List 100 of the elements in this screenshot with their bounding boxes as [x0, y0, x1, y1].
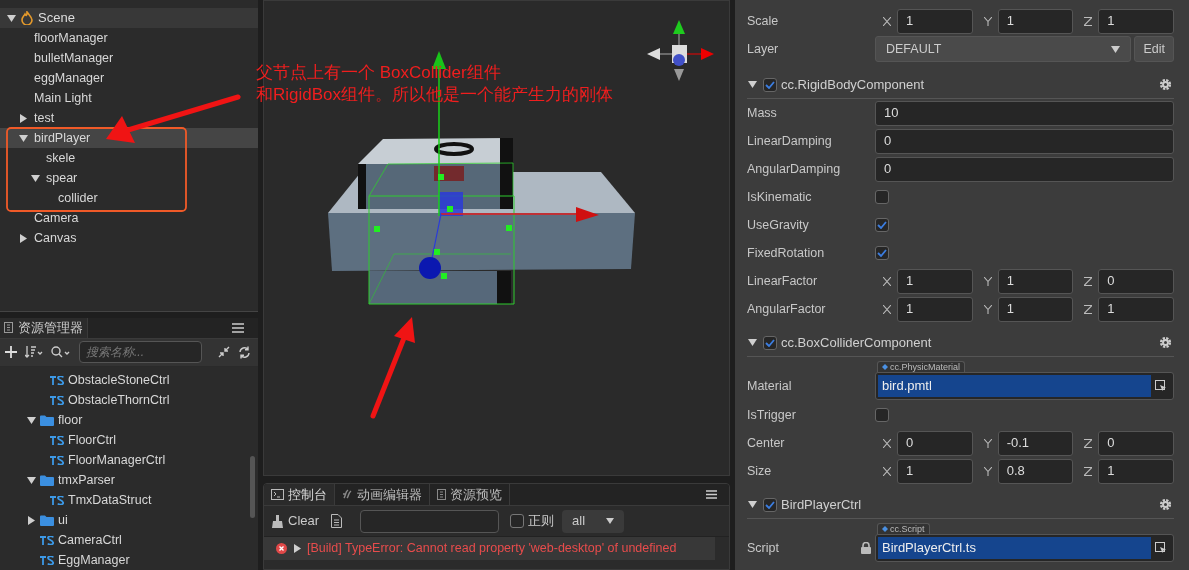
orientation-gizmo-icon[interactable]	[647, 20, 714, 81]
pick-asset-icon[interactable]	[1155, 380, 1167, 392]
collapse-arrow-icon[interactable]	[30, 174, 40, 182]
number-field[interactable]: 1	[1098, 458, 1174, 484]
axis-x-icon	[883, 438, 891, 448]
enable-checkbox[interactable]	[763, 497, 777, 512]
collapse-arrow-icon[interactable]	[747, 81, 757, 88]
asset-item[interactable]: EggManager	[58, 550, 130, 570]
add-icon[interactable]	[5, 346, 17, 359]
expand-arrow-icon[interactable]	[19, 233, 27, 243]
component-title[interactable]: cc.RigidBodyComponent	[781, 74, 925, 95]
collapse-arrow-icon[interactable]	[6, 14, 16, 22]
number-field[interactable]: 1	[1098, 8, 1174, 34]
axis-x-icon	[883, 16, 891, 26]
axis-y-icon	[983, 466, 992, 476]
settings-icon[interactable]	[1159, 498, 1172, 511]
axis-y-icon	[983, 276, 992, 286]
tree-item[interactable]: eggManager	[34, 68, 105, 88]
sort-icon[interactable]	[25, 346, 43, 359]
collapse-arrow-icon[interactable]	[747, 339, 757, 346]
collapse-arrow-icon[interactable]	[747, 501, 757, 508]
number-field[interactable]: 0	[1098, 268, 1174, 294]
number-field[interactable]: 1	[1098, 296, 1174, 322]
settings-icon[interactable]	[1159, 336, 1172, 349]
tree-item[interactable]: bulletManager	[34, 48, 114, 68]
number-field[interactable]: 0	[875, 156, 1174, 182]
tree-item[interactable]: collider	[58, 188, 98, 208]
property-label: FixedRotation	[747, 244, 825, 262]
expand-arrow-icon[interactable]	[27, 515, 35, 525]
enable-checkbox[interactable]	[763, 77, 777, 92]
regex-checkbox[interactable]	[510, 514, 525, 528]
number-field[interactable]: 0.8	[997, 458, 1074, 484]
asset-item[interactable]: CameraCtrl	[58, 530, 122, 550]
property-checkbox[interactable]	[875, 218, 889, 232]
asset-item[interactable]: ObstacleThornCtrl	[68, 390, 170, 410]
edit-button[interactable]: Edit	[1134, 36, 1174, 62]
asset-item[interactable]: TmxDataStruct	[68, 490, 152, 510]
tree-item[interactable]: Camera	[34, 208, 79, 228]
animation-icon	[342, 489, 353, 500]
tree-item[interactable]: skele	[46, 148, 76, 168]
document-icon	[4, 322, 13, 334]
log-filter-field[interactable]	[360, 509, 500, 533]
terminal-icon	[271, 489, 284, 500]
asset-item[interactable]: tmxParser	[58, 470, 115, 490]
typescript-file-icon	[40, 535, 54, 545]
number-field[interactable]: 1	[997, 8, 1074, 34]
refresh-icon[interactable]	[238, 345, 251, 359]
number-field[interactable]: 1	[997, 268, 1074, 294]
number-field[interactable]: 1	[897, 268, 973, 294]
tree-item[interactable]: Canvas	[34, 228, 77, 248]
tree-item[interactable]: test	[34, 108, 55, 128]
asset-field[interactable]: bird.pmtl	[878, 375, 1151, 397]
collapse-arrow-icon[interactable]	[26, 416, 36, 424]
axis-z-icon	[1084, 276, 1093, 286]
asset-item[interactable]: FloorManagerCtrl	[68, 450, 166, 470]
asset-item[interactable]: FloorCtrl	[68, 430, 116, 450]
axis-x-icon	[883, 466, 891, 476]
number-field[interactable]: 0	[1098, 430, 1174, 456]
scrollbar[interactable]	[250, 456, 255, 518]
number-field[interactable]: 0	[897, 430, 973, 456]
log-level-dropdown[interactable]: all	[562, 509, 625, 533]
number-field[interactable]: 1	[897, 458, 973, 484]
layer-dropdown[interactable]: DEFAULT	[875, 36, 1132, 62]
menu-icon[interactable]	[706, 490, 717, 499]
asset-field[interactable]: BirdPlayerCtrl.ts	[878, 537, 1151, 559]
collapse-arrow-icon[interactable]	[26, 476, 36, 484]
collapse-all-icon[interactable]	[218, 346, 230, 359]
component-title[interactable]: cc.BoxColliderComponent	[781, 332, 932, 353]
number-field[interactable]: -0.1	[997, 430, 1074, 456]
search-icon[interactable]	[51, 346, 71, 359]
property-checkbox[interactable]	[875, 246, 889, 260]
property-checkbox[interactable]	[875, 190, 889, 204]
tree-item[interactable]: floorManager	[34, 28, 108, 48]
expand-arrow-icon[interactable]	[19, 113, 27, 123]
copy-log-icon[interactable]	[331, 514, 343, 528]
expand-arrow-icon[interactable]	[293, 544, 301, 553]
tree-item[interactable]: spear	[46, 168, 78, 188]
panel-tab[interactable]: 控制台	[264, 484, 335, 505]
pick-asset-icon[interactable]	[1155, 542, 1167, 554]
clear-button[interactable]: Clear	[272, 511, 320, 531]
collapse-arrow-icon[interactable]	[18, 134, 28, 142]
settings-icon[interactable]	[1159, 78, 1172, 91]
enable-checkbox[interactable]	[763, 335, 777, 350]
asset-item[interactable]: floor	[58, 410, 83, 430]
number-field[interactable]: 10	[875, 100, 1174, 126]
axis-y-icon	[983, 304, 992, 314]
property-label: IsKinematic	[747, 188, 812, 206]
search-field[interactable]: 搜索名称...	[79, 341, 202, 364]
component-title[interactable]: BirdPlayerCtrl	[781, 494, 862, 515]
number-field[interactable]: 1	[897, 296, 973, 322]
menu-icon[interactable]	[232, 322, 244, 333]
number-field[interactable]: 1	[997, 296, 1074, 322]
property-checkbox[interactable]	[875, 408, 889, 422]
number-field[interactable]: 0	[875, 128, 1174, 154]
tree-item[interactable]: Main Light	[34, 88, 92, 108]
asset-item[interactable]: ObstacleStoneCtrl	[68, 370, 170, 390]
asset-item[interactable]: ui	[58, 510, 68, 530]
number-field[interactable]: 1	[897, 8, 973, 34]
axis-y-icon	[983, 16, 992, 26]
tree-item[interactable]: Scene	[38, 8, 75, 28]
